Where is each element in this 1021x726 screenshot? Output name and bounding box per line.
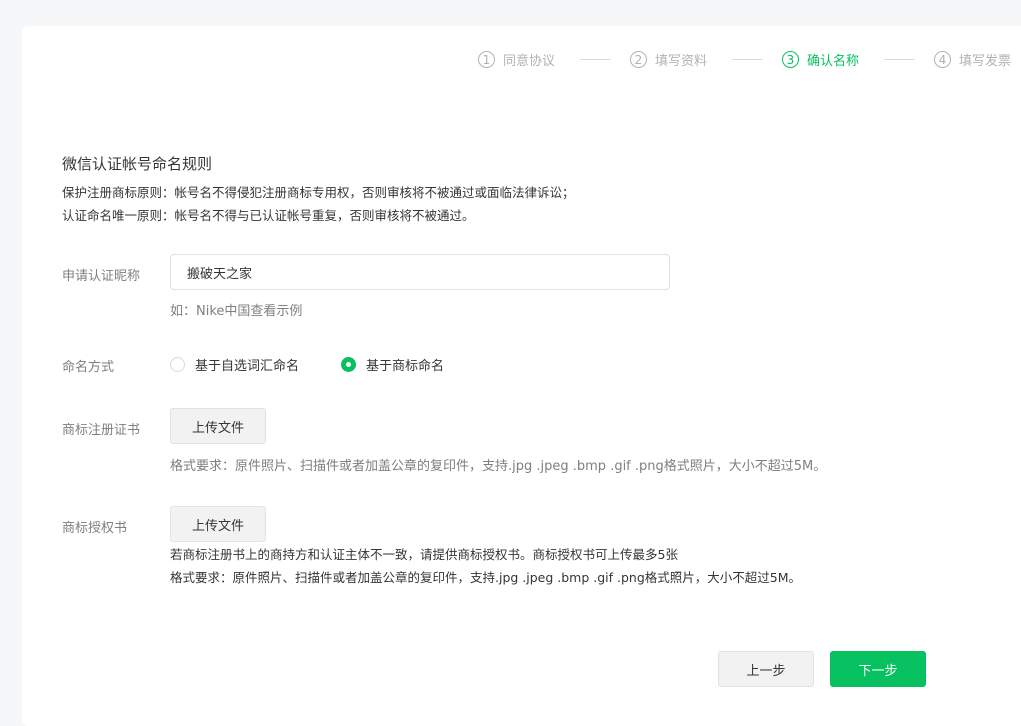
next-step-button[interactable]: 下一步: [830, 651, 926, 687]
radio-checked-icon[interactable]: [341, 357, 356, 372]
step-number: 3: [782, 51, 799, 68]
prev-step-button[interactable]: 上一步: [718, 651, 814, 687]
trademark-auth-label: 商标授权书: [62, 521, 128, 536]
step-number: 1: [478, 51, 495, 68]
step-agree: 1 同意协议: [478, 50, 555, 69]
radio-custom-words[interactable]: 基于自选词汇命名: [170, 355, 299, 374]
naming-method-label: 命名方式: [62, 360, 115, 375]
upload-trademark-auth-button[interactable]: 上传文件: [170, 506, 266, 542]
step-number: 4: [934, 51, 951, 68]
auth-note: 若商标注册书上的商持方和认证主体不一致，请提供商标授权书。商标授权书可上传最多5…: [170, 547, 678, 562]
step-invoice: 4 填写发票: [934, 50, 1011, 69]
auth-format-requirement-note: 格式要求：原件照片、扫描件或者加盖公章的复印件，支持.jpg .jpeg .bm…: [170, 570, 802, 585]
radio-label: 基于自选词汇命名: [195, 359, 300, 374]
step-label: 填写发票: [959, 54, 1012, 69]
step-divider: [884, 59, 914, 60]
step-divider: [732, 59, 762, 60]
nickname-label: 申请认证昵称: [62, 269, 141, 284]
trademark-cert-label: 商标注册证书: [62, 423, 141, 438]
progress-stepper: 1 同意协议 2 填写资料 3 确认名称 4 填写发票: [22, 26, 1021, 96]
format-requirement-note: 格式要求：原件照片、扫描件或者加盖公章的复印件，支持.jpg .jpeg .bm…: [170, 459, 827, 474]
step-number: 2: [630, 51, 647, 68]
step-label: 同意协议: [503, 54, 556, 69]
step-fill-info: 2 填写资料: [630, 50, 707, 69]
radio-unchecked-icon[interactable]: [170, 357, 185, 372]
step-confirm-name: 3 确认名称: [782, 50, 859, 69]
upload-trademark-cert-button[interactable]: 上传文件: [170, 408, 266, 444]
naming-rules-title: 微信认证帐号命名规则: [62, 155, 213, 173]
step-divider: [580, 59, 610, 60]
step-label: 确认名称: [807, 54, 860, 69]
radio-label: 基于商标命名: [366, 359, 445, 374]
main-card: 1 同意协议 2 填写资料 3 确认名称 4 填写发票 微信认证帐号命名规则 保…: [22, 26, 1021, 726]
rule-trademark-protection: 保护注册商标原则：帐号名不得侵犯注册商标专用权，否则审核将不被通过或面临法律诉讼…: [62, 185, 575, 200]
nickname-input[interactable]: [170, 254, 670, 290]
step-label: 填写资料: [655, 54, 708, 69]
rule-unique-name: 认证命名唯一原则：帐号名不得与已认证帐号重复，否则审核将不被通过。: [62, 208, 475, 223]
radio-trademark[interactable]: 基于商标命名: [341, 355, 444, 374]
nickname-hint[interactable]: 如：Nike中国查看示例: [170, 300, 302, 319]
